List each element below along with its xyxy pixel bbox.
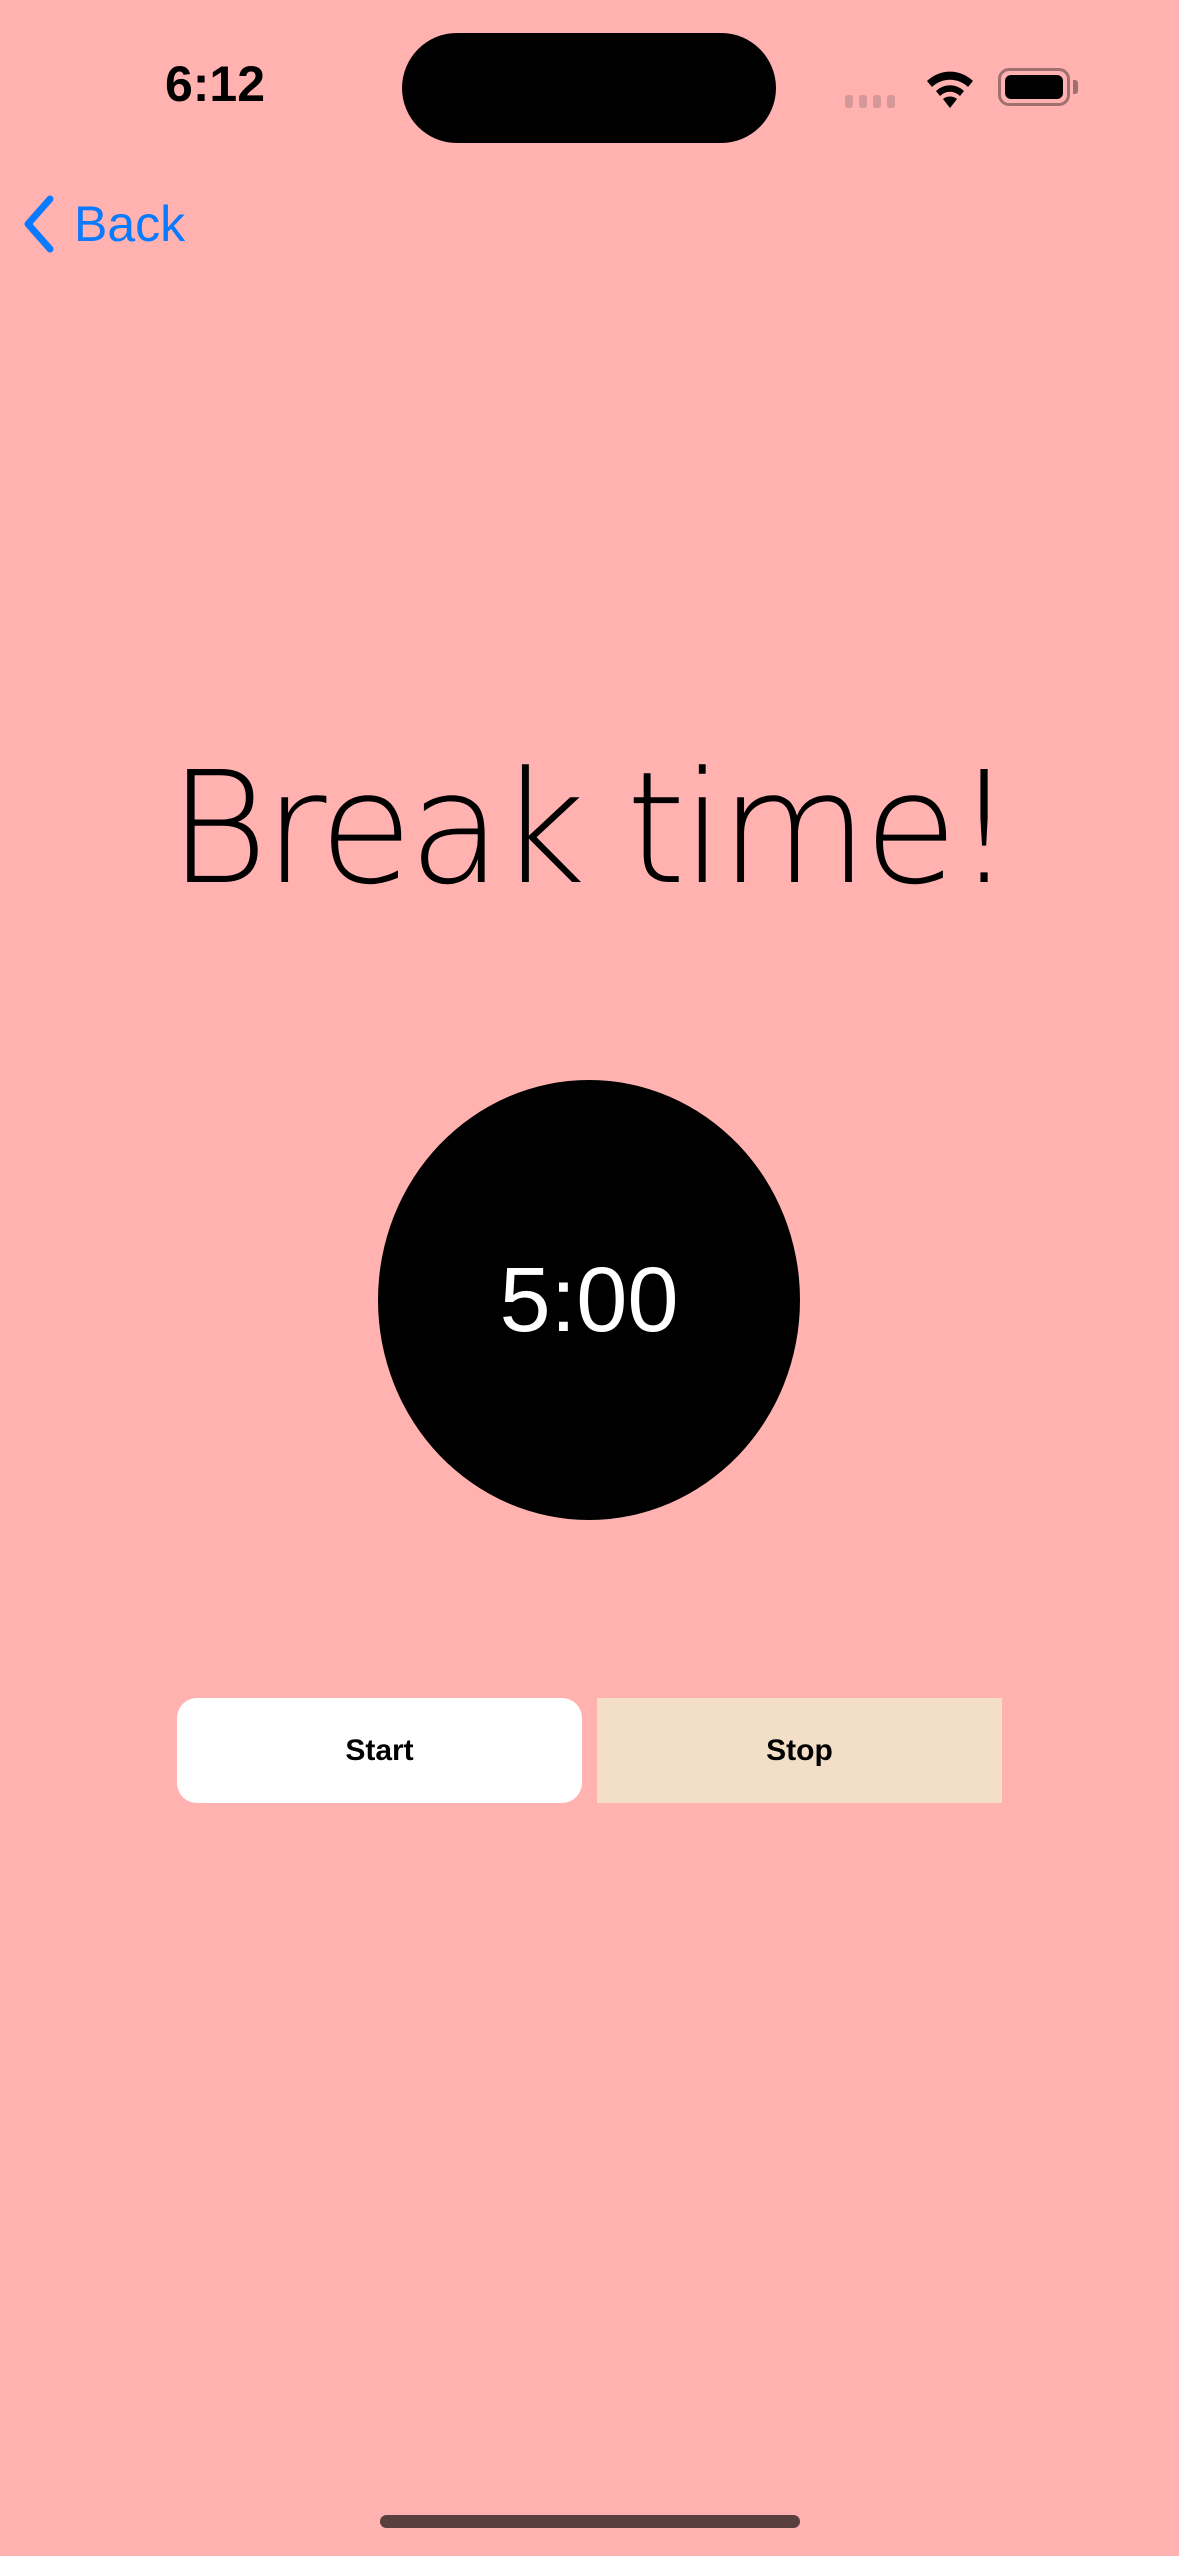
home-indicator[interactable] xyxy=(380,2515,800,2528)
wifi-icon xyxy=(922,68,978,115)
timer-circle: 5:00 xyxy=(378,1080,800,1520)
cellular-signal-icon xyxy=(845,95,895,108)
back-label: Back xyxy=(74,196,186,252)
chevron-left-icon xyxy=(24,195,54,253)
timer-display: 5:00 xyxy=(499,1248,679,1351)
battery-cap xyxy=(1073,80,1078,94)
back-button[interactable]: Back xyxy=(20,195,185,253)
stop-button[interactable]: Stop xyxy=(597,1698,1002,1803)
start-button[interactable]: Start xyxy=(177,1698,582,1803)
dynamic-island xyxy=(402,33,776,143)
page-title: Break time! xyxy=(168,738,1014,919)
battery-icon xyxy=(998,68,1070,106)
status-time: 6:12 xyxy=(164,56,266,112)
